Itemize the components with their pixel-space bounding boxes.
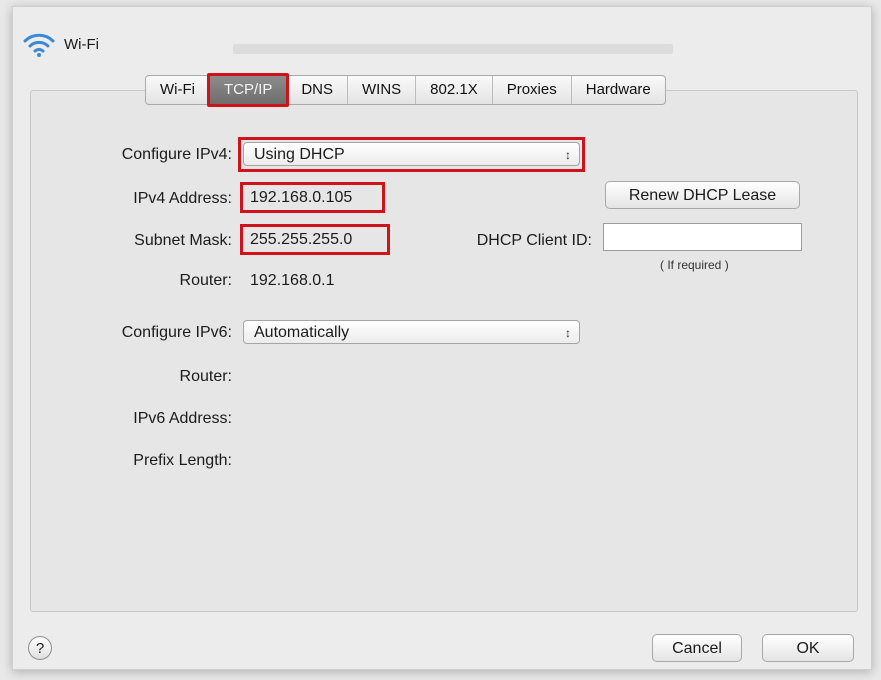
highlight-configure-ipv4 <box>238 137 585 172</box>
ipv6-address-label: IPv6 Address: <box>133 410 232 427</box>
prefix-length-label: Prefix Length: <box>133 452 232 469</box>
dhcp-client-id-label: DHCP Client ID: <box>476 232 592 249</box>
tab-wifi[interactable]: Wi-Fi <box>146 76 210 104</box>
dhcp-client-id-field[interactable] <box>603 223 802 251</box>
subnet-mask-label: Subnet Mask: <box>134 232 232 249</box>
configure-ipv6-value: Automatically <box>254 324 350 341</box>
configure-ipv4-label: Configure IPv4: <box>121 146 232 163</box>
highlight-ipv4-address <box>240 182 385 213</box>
tab-hardware[interactable]: Hardware <box>572 76 665 104</box>
help-button[interactable]: ? <box>28 636 52 660</box>
configure-ipv6-label: Configure IPv6: <box>121 324 232 341</box>
popup-arrows-icon: ↕ <box>565 326 571 340</box>
ipv4-router-label: Router: <box>179 272 232 289</box>
tab-bar: Wi-Fi TCP/IP DNS WINS 802.1X Proxies Har… <box>145 73 666 107</box>
ipv6-router-label: Router: <box>179 368 232 385</box>
configure-ipv6-popup[interactable]: Automatically ↕ <box>243 320 580 344</box>
tab-tcpip[interactable]: TCP/IP <box>206 73 290 107</box>
wifi-icon <box>22 30 56 58</box>
tab-wins[interactable]: WINS <box>348 76 417 104</box>
ok-button[interactable]: OK <box>762 634 854 662</box>
tab-proxies[interactable]: Proxies <box>493 76 572 104</box>
dhcp-client-id-hint: ( If required ) <box>660 258 729 272</box>
renew-dhcp-lease-button[interactable]: Renew DHCP Lease <box>605 181 800 209</box>
background-location-bar <box>233 44 673 54</box>
cancel-button[interactable]: Cancel <box>652 634 742 662</box>
tab-8021x[interactable]: 802.1X <box>416 76 493 104</box>
ipv4-address-label: IPv4 Address: <box>133 190 232 207</box>
window-header: Wi-Fi <box>22 30 99 58</box>
window-title: Wi-Fi <box>64 35 99 53</box>
tab-dns[interactable]: DNS <box>287 76 348 104</box>
ipv4-router-value: 192.168.0.1 <box>250 272 335 289</box>
highlight-subnet-mask <box>240 224 390 255</box>
